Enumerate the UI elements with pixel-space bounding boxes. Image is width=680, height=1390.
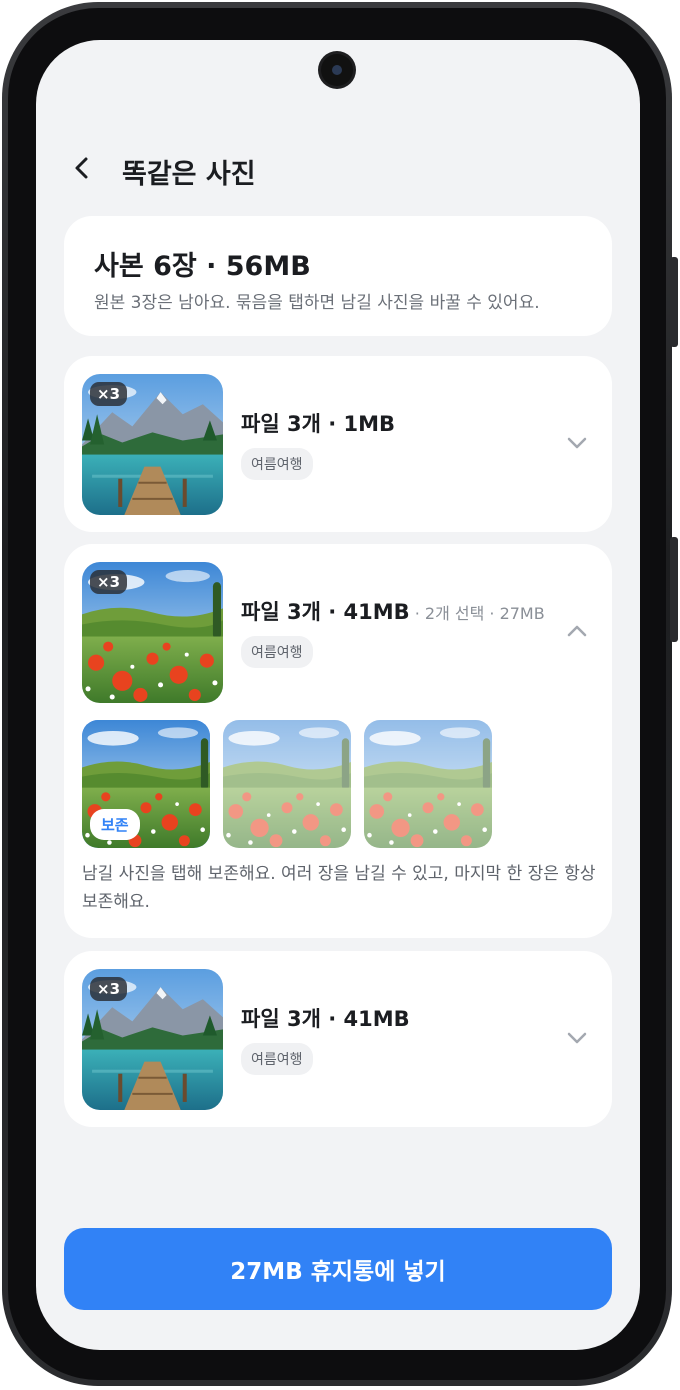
group-thumbnail: ×3 — [82, 374, 223, 515]
photo-option-2[interactable] — [223, 720, 351, 848]
back-button[interactable] — [66, 152, 98, 184]
count-badge: ×3 — [90, 382, 128, 406]
photo-option-3[interactable] — [364, 720, 492, 848]
group-title-main: 파일 3개 · 41MB — [241, 600, 410, 624]
album-tag: 여름여행 — [241, 1043, 313, 1075]
top-bar: 똑같은 사진 — [36, 144, 640, 192]
album-tag: 여름여행 — [241, 636, 313, 668]
group-title: 파일 3개 · 41MB · 2개 선택 · 27MB — [241, 596, 545, 626]
chevron-left-icon — [75, 157, 88, 179]
group-thumbnail: ×3 — [82, 562, 223, 703]
group-title: 파일 3개 · 41MB — [241, 1007, 410, 1031]
front-camera — [321, 54, 353, 86]
chevron-up-icon — [567, 625, 587, 637]
help-text: 남길 사진을 탭해 보존해요. 여러 장을 남길 수 있고, 마지막 한 장은 … — [82, 864, 596, 912]
chevron-down-icon — [567, 437, 587, 449]
volume-button — [670, 257, 678, 347]
move-to-trash-button[interactable]: 27MB 휴지통에 넣기 — [64, 1228, 612, 1310]
app-screen: 똑같은 사진 사본 6장 · 56MB 원본 3장은 남아요. 묶음을 탭하면 … — [36, 40, 640, 1350]
power-button — [670, 537, 678, 642]
summary-card: 사본 6장 · 56MB 원본 3장은 남아요. 묶음을 탭하면 남길 사진을 … — [64, 216, 612, 336]
expand-button[interactable] — [564, 1025, 590, 1051]
group-card-3[interactable]: ×3 파일 3개 · 41MB 여름여행 — [64, 951, 612, 1127]
meadow-photo — [364, 720, 492, 848]
group-title: 파일 3개 · 1MB — [241, 412, 395, 436]
group-card-1[interactable]: ×3 파일 3개 · 1MB 여름여행 — [64, 356, 612, 532]
page-title: 똑같은 사진 — [122, 159, 256, 190]
summary-subtitle: 원본 3장은 남아요. 묶음을 탭하면 남길 사진을 바꿀 수 있어요. — [94, 293, 540, 313]
collapse-button[interactable] — [564, 618, 590, 644]
group-thumbnail: ×3 — [82, 969, 223, 1110]
photo-option-1[interactable]: 보존 — [82, 720, 210, 848]
count-badge: ×3 — [90, 570, 128, 594]
album-tag: 여름여행 — [241, 448, 313, 480]
meadow-photo — [223, 720, 351, 848]
count-badge: ×3 — [90, 977, 128, 1001]
summary-title: 사본 6장 · 56MB — [94, 251, 311, 282]
chevron-down-icon — [567, 1032, 587, 1044]
group-card-2[interactable]: ×3 파일 3개 · 41MB · 2개 선택 · 27MB 여름여행 보존 남… — [64, 544, 612, 938]
selection-info: · 2개 선택 · 27MB — [409, 604, 545, 623]
keep-badge: 보존 — [90, 809, 140, 840]
expand-button[interactable] — [564, 430, 590, 456]
